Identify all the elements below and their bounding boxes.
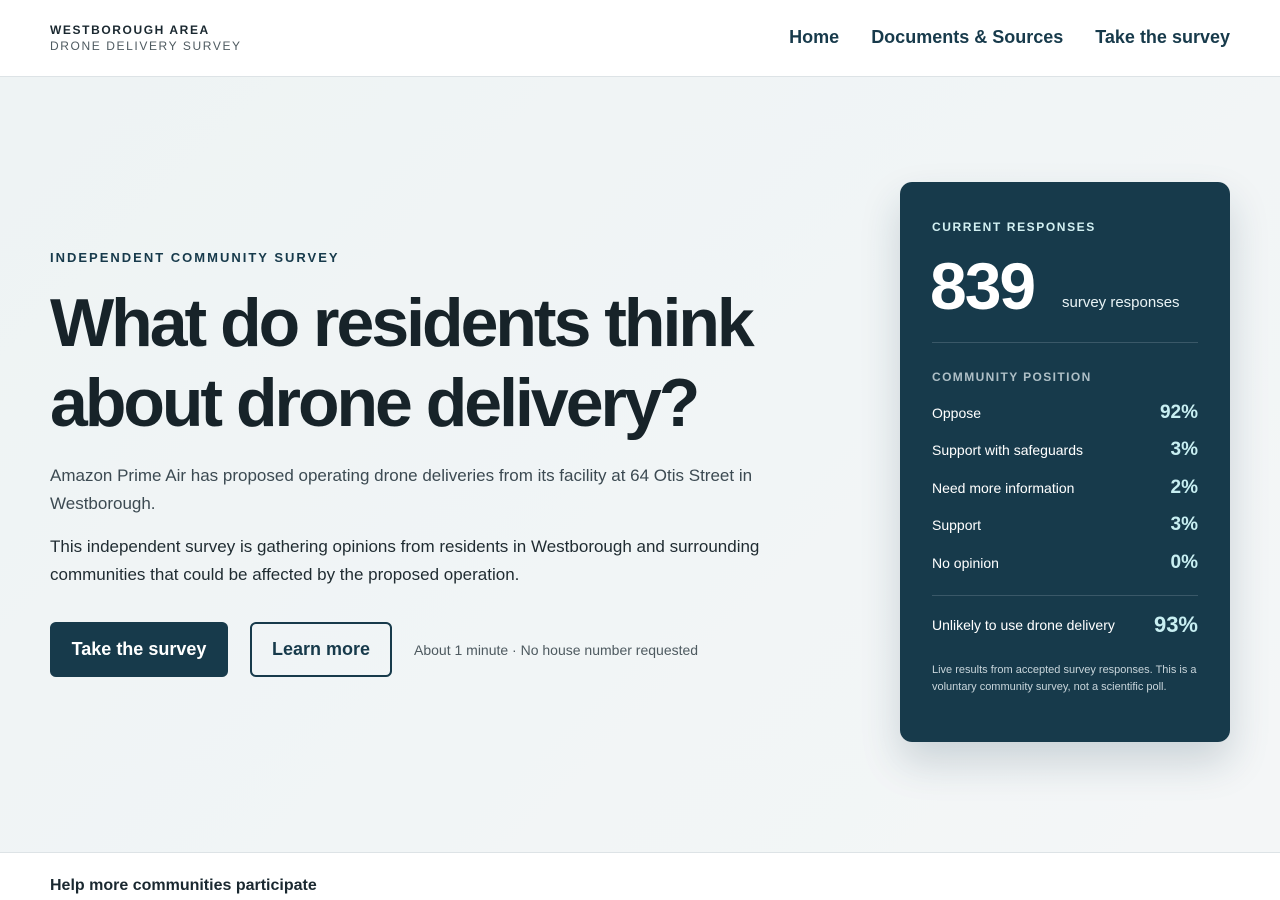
nav-home[interactable]: Home: [789, 26, 839, 48]
position-row-label: Support with safeguards: [932, 442, 1083, 459]
brand[interactable]: WESTBOROUGH AREA DRONE DELIVERY SURVEY: [50, 23, 242, 53]
position-row-value: 0%: [1170, 551, 1198, 573]
unlikely-label: Unlikely to use drone delivery: [932, 617, 1115, 633]
nav-documents-sources[interactable]: Documents & Sources: [871, 26, 1063, 48]
position-row-value: 3%: [1170, 514, 1198, 536]
position-row-label: No opinion: [932, 554, 999, 571]
response-count-unit: survey responses: [1062, 294, 1180, 311]
footer-section: Help more communities participate: [0, 852, 1280, 900]
community-position-label: COMMUNITY POSITION: [932, 370, 1092, 384]
position-list: Oppose 92% Support with safeguards 3% Ne…: [932, 394, 1198, 582]
position-row-label: Support: [932, 517, 982, 534]
position-row: No opinion 0%: [932, 544, 1198, 582]
unlikely-row: Unlikely to use drone delivery 93%: [932, 612, 1198, 638]
learn-more-button[interactable]: Learn more: [250, 622, 392, 677]
take-survey-button[interactable]: Take the survey: [50, 622, 228, 677]
hero-headline: What do residents think about drone deli…: [50, 285, 755, 441]
position-row: Support with safeguards 3%: [932, 432, 1198, 470]
hero-lead: Amazon Prime Air has proposed operating …: [50, 466, 753, 513]
response-count: 839: [930, 249, 1036, 323]
responses-card: CURRENT RESPONSES 839 survey responses C…: [900, 182, 1230, 742]
position-row-value: 92%: [1159, 401, 1198, 423]
position-row: Oppose 92%: [932, 394, 1198, 432]
card-divider: [932, 595, 1198, 596]
unlikely-value: 93%: [1153, 612, 1198, 637]
brand-line1: WESTBOROUGH AREA: [50, 23, 210, 37]
cta-note: About 1 minute · No house number request…: [414, 641, 699, 658]
position-row-label: Need more information: [932, 479, 1075, 496]
main-nav: Home Documents & Sources Take the survey: [789, 26, 1230, 48]
position-row: Need more information 2%: [932, 469, 1198, 507]
hero-lead-secondary: This independent survey is gathering opi…: [50, 537, 760, 584]
nav-take-survey[interactable]: Take the survey: [1095, 26, 1230, 48]
current-responses-label: CURRENT RESPONSES: [932, 220, 1096, 234]
site-header: WESTBOROUGH AREA DRONE DELIVERY SURVEY H…: [0, 0, 1280, 77]
position-row-value: 2%: [1170, 476, 1198, 498]
position-row: Support 3%: [932, 507, 1198, 545]
brand-line2: DRONE DELIVERY SURVEY: [50, 39, 242, 53]
hero-section: INDEPENDENT COMMUNITY SURVEY What do res…: [0, 77, 1280, 852]
card-divider: [932, 342, 1198, 343]
card-fineprint: Live results from accepted survey respon…: [932, 664, 1197, 693]
position-row-label: Oppose: [932, 404, 982, 421]
hero-eyebrow: INDEPENDENT COMMUNITY SURVEY: [50, 250, 340, 265]
footer-title: Help more communities participate: [50, 877, 317, 894]
position-row-value: 3%: [1170, 439, 1198, 461]
cta-row: Take the survey Learn more About 1 minut…: [50, 622, 698, 677]
